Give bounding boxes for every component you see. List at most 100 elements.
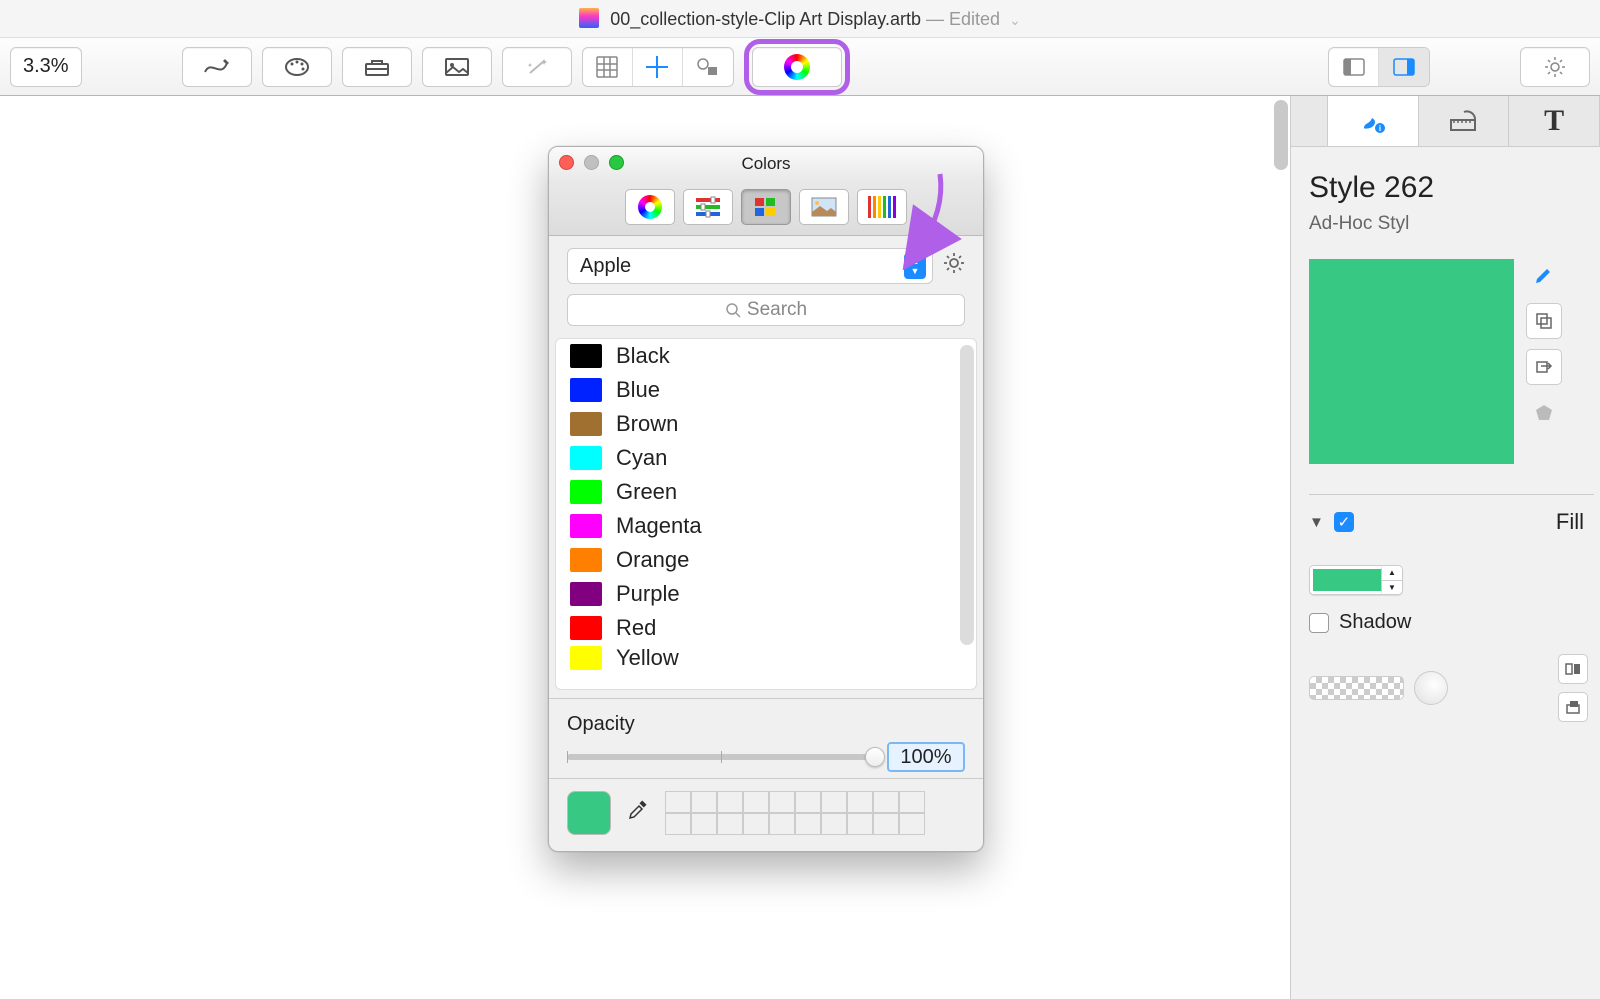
- color-name-label: Yellow: [616, 645, 679, 671]
- palette-select-stepper[interactable]: ▲▼: [904, 253, 926, 279]
- zoom-value: 3.3%: [23, 55, 69, 78]
- color-swatch: [570, 344, 602, 368]
- swatch-cell[interactable]: [691, 813, 717, 835]
- fill-color-button[interactable]: ▲▼: [1309, 565, 1403, 595]
- swatch-cell[interactable]: [821, 791, 847, 813]
- canvas[interactable]: Colors: [0, 96, 1290, 999]
- color-swatch: [570, 446, 602, 470]
- color-list-item[interactable]: Yellow: [556, 645, 976, 671]
- pencils-tab[interactable]: [857, 189, 907, 225]
- palette-icon: [283, 57, 311, 77]
- color-list-item[interactable]: Orange: [556, 543, 976, 577]
- view-single[interactable]: [1329, 48, 1379, 86]
- color-list-item[interactable]: Brown: [556, 407, 976, 441]
- swatch-cell[interactable]: [847, 813, 873, 835]
- pencils-icon: [868, 196, 896, 218]
- shapes-icon: [696, 57, 720, 77]
- settings-button[interactable]: [1520, 47, 1590, 87]
- grid-toggle[interactable]: [583, 48, 633, 86]
- swatch-cell[interactable]: [899, 791, 925, 813]
- palette-grid-icon: [753, 196, 779, 218]
- flip-horizontal-button[interactable]: [1558, 654, 1588, 684]
- zoom-window-button[interactable]: [609, 155, 624, 170]
- duplicate-style-button[interactable]: [1526, 303, 1562, 339]
- color-list-item[interactable]: Magenta: [556, 509, 976, 543]
- image-palettes-tab[interactable]: [799, 189, 849, 225]
- color-wheel-tab[interactable]: [625, 189, 675, 225]
- shadow-checkbox[interactable]: [1309, 613, 1329, 633]
- palette-options-button[interactable]: [943, 252, 965, 280]
- color-swatch: [570, 646, 602, 670]
- title-dropdown-chevron[interactable]: ⌄: [1009, 12, 1021, 28]
- pen-tool-button[interactable]: [182, 47, 252, 87]
- media-button[interactable]: [422, 47, 492, 87]
- swatch-cell[interactable]: [665, 791, 691, 813]
- fill-disclosure-triangle[interactable]: ▼: [1309, 514, 1324, 531]
- close-window-button[interactable]: [559, 155, 574, 170]
- swatch-cell[interactable]: [717, 791, 743, 813]
- tab-text[interactable]: T: [1509, 96, 1600, 146]
- swatch-cell[interactable]: [691, 791, 717, 813]
- panel-right-icon: [1393, 58, 1415, 76]
- color-list-scrollbar[interactable]: [960, 345, 974, 645]
- color-list-item[interactable]: Purple: [556, 577, 976, 611]
- minimize-window-button[interactable]: [584, 155, 599, 170]
- color-name-label: Blue: [616, 377, 660, 403]
- snap-toggle[interactable]: [633, 48, 683, 86]
- opacity-label: Opacity: [567, 713, 965, 736]
- color-list-item[interactable]: Cyan: [556, 441, 976, 475]
- gradient-ramp[interactable]: [1309, 676, 1404, 700]
- fill-checkbox[interactable]: ✓: [1334, 512, 1354, 532]
- color-list-item[interactable]: Black: [556, 339, 976, 373]
- palette-select[interactable]: Apple ▲▼: [567, 248, 933, 284]
- eyedropper-button[interactable]: [627, 799, 649, 827]
- color-name-label: Orange: [616, 547, 689, 573]
- edit-style-button[interactable]: [1526, 257, 1562, 293]
- colors-window-titlebar[interactable]: Colors: [549, 147, 983, 181]
- lock-style-button[interactable]: [1526, 395, 1562, 431]
- swatch-cell[interactable]: [795, 813, 821, 835]
- swatch-grid[interactable]: [665, 791, 925, 835]
- swatch-cell[interactable]: [795, 791, 821, 813]
- canvas-scrollbar[interactable]: [1272, 96, 1290, 999]
- swatch-cell[interactable]: [899, 813, 925, 835]
- swatch-cell[interactable]: [743, 813, 769, 835]
- swatch-cell[interactable]: [769, 813, 795, 835]
- view-split[interactable]: [1379, 48, 1429, 86]
- opacity-slider[interactable]: [567, 754, 875, 760]
- swatch-cell[interactable]: [743, 791, 769, 813]
- effects-button[interactable]: [502, 47, 572, 87]
- color-list[interactable]: Black Blue BrownCyanGreenMagenta Orange Purp…: [556, 339, 976, 689]
- swatch-cell[interactable]: [717, 813, 743, 835]
- color-list-item[interactable]: Green: [556, 475, 976, 509]
- share-style-button[interactable]: [1526, 349, 1562, 385]
- color-sliders-tab[interactable]: [683, 189, 733, 225]
- tab-geometry[interactable]: [1419, 96, 1510, 146]
- color-list-item[interactable]: Blue: [556, 373, 976, 407]
- shapes-toggle[interactable]: [683, 48, 733, 86]
- swatch-cell[interactable]: [769, 791, 795, 813]
- colors-button[interactable]: [752, 47, 842, 87]
- swatch-cell[interactable]: [847, 791, 873, 813]
- opacity-input[interactable]: 100%: [887, 742, 965, 772]
- tab-style[interactable]: i: [1328, 96, 1419, 146]
- sliders-icon: [695, 196, 721, 218]
- grid-icon: [596, 56, 618, 78]
- library-button[interactable]: [342, 47, 412, 87]
- polygon-icon: [1533, 402, 1555, 424]
- current-color-well[interactable]: [567, 791, 611, 835]
- swatch-cell[interactable]: [873, 791, 899, 813]
- brush-tool-button[interactable]: [262, 47, 332, 87]
- swatch-cell[interactable]: [873, 813, 899, 835]
- angle-dial[interactable]: [1414, 671, 1448, 705]
- colors-window-title: Colors: [741, 154, 790, 173]
- flip-vertical-button[interactable]: [1558, 692, 1588, 722]
- color-list-item[interactable]: Red: [556, 611, 976, 645]
- color-search-input[interactable]: Search: [567, 294, 965, 326]
- color-palettes-tab[interactable]: [741, 189, 791, 225]
- swatch-cell[interactable]: [665, 813, 691, 835]
- duplicate-icon: [1534, 311, 1554, 331]
- zoom-control[interactable]: 3.3%: [10, 47, 82, 87]
- text-icon: T: [1544, 104, 1564, 138]
- swatch-cell[interactable]: [821, 813, 847, 835]
